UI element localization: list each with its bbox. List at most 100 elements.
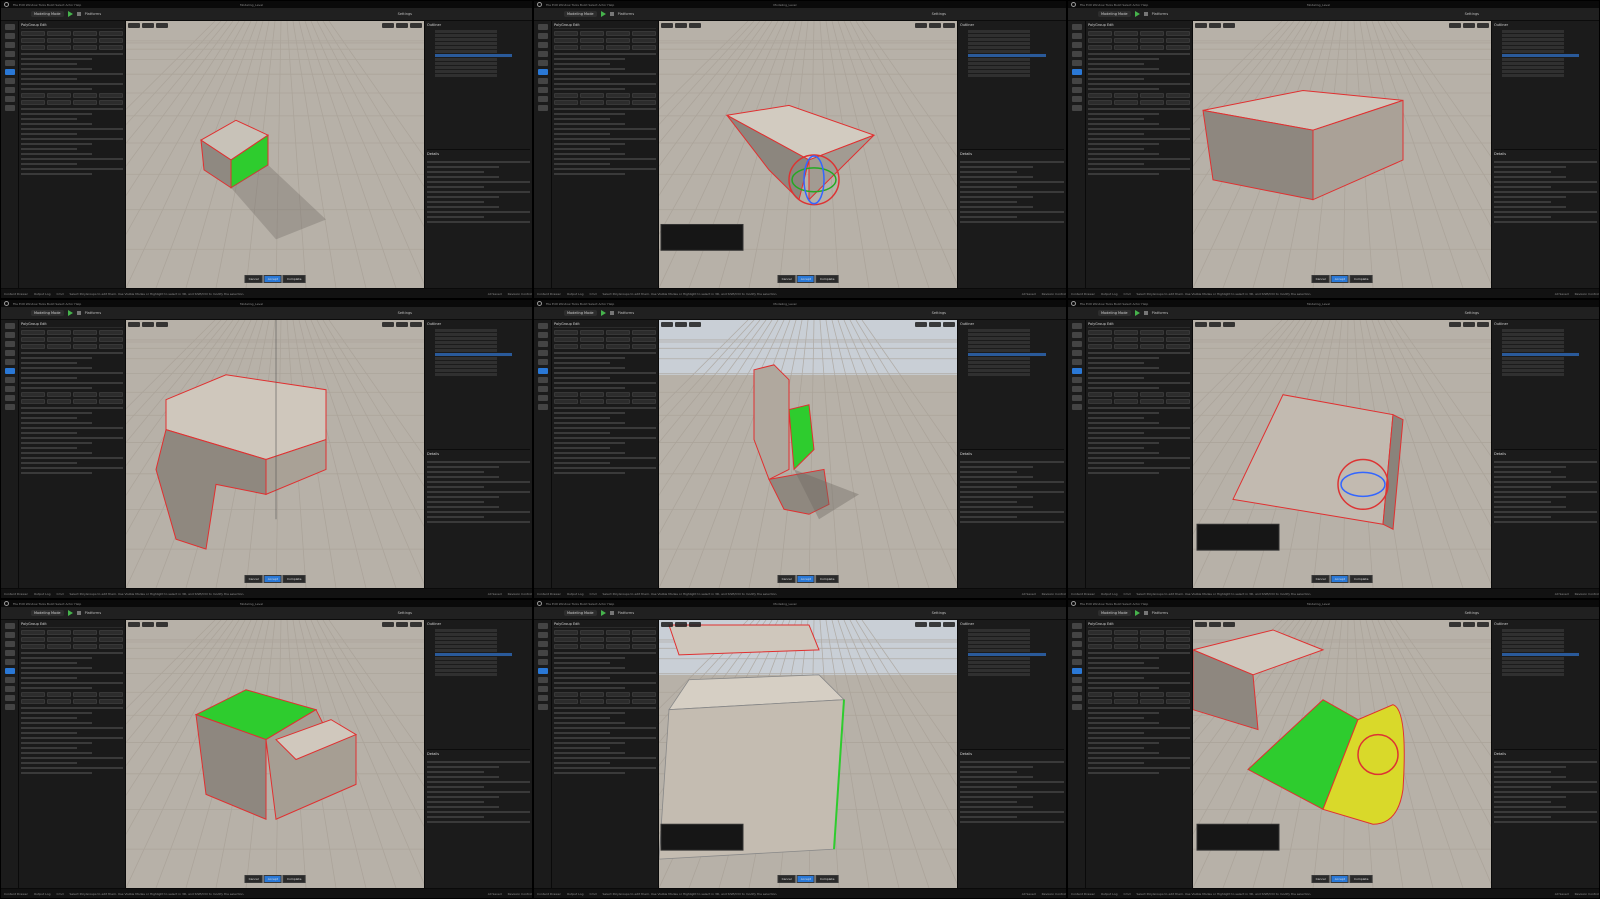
outliner-row[interactable] (968, 665, 1031, 668)
outliner-row[interactable] (1502, 58, 1564, 61)
snap-button[interactable] (915, 622, 927, 627)
outliner-row[interactable] (1502, 645, 1564, 648)
main-menu[interactable]: File Edit Window Tools Build Select Acto… (1080, 3, 1148, 7)
modeling-tool-icon[interactable] (4, 78, 15, 84)
outliner-row[interactable] (968, 361, 1031, 364)
perspective-button[interactable] (1209, 23, 1221, 28)
tool-button[interactable] (554, 100, 578, 105)
outliner-row[interactable] (1502, 669, 1564, 672)
tool-button[interactable] (580, 31, 604, 36)
tool-button[interactable] (580, 93, 604, 98)
modeling-tool-icon[interactable] (537, 395, 548, 401)
tool-button[interactable] (73, 93, 97, 98)
tool-button[interactable] (606, 337, 630, 342)
outliner-row[interactable] (1502, 629, 1564, 632)
viewport-scene[interactable] (659, 21, 957, 288)
outliner-row[interactable] (435, 329, 497, 332)
modeling-tool-icon[interactable] (4, 395, 15, 401)
level-viewport[interactable]: Cancel Accept Complete (1193, 620, 1491, 888)
perspective-button[interactable] (675, 622, 687, 627)
tool-button[interactable] (1166, 330, 1190, 335)
accept-button[interactable]: Accept (1330, 275, 1349, 283)
outliner-row[interactable] (435, 38, 497, 41)
modeling-tool-icon[interactable] (537, 377, 548, 383)
tool-button[interactable] (99, 344, 123, 349)
modeling-tool-icon[interactable] (537, 51, 548, 57)
tool-button[interactable] (632, 630, 656, 635)
tool-button[interactable] (1166, 392, 1190, 397)
tool-button[interactable] (73, 100, 97, 105)
content-drawer-button[interactable]: Content Drawer (4, 292, 28, 296)
outliner-row[interactable] (435, 637, 497, 640)
outliner-row[interactable] (1502, 649, 1564, 652)
complete-button[interactable]: Complete (815, 275, 839, 283)
modeling-tool-icon[interactable] (537, 33, 548, 39)
outliner-row[interactable] (435, 42, 497, 45)
platforms-button[interactable]: Platforms (85, 311, 102, 315)
stop-icon[interactable] (609, 12, 614, 16)
tool-button[interactable] (554, 692, 578, 697)
tool-button[interactable] (1166, 699, 1190, 704)
modeling-tool-icon[interactable] (1071, 650, 1082, 656)
modeling-tool-icon[interactable] (4, 632, 15, 638)
modeling-tool-icon[interactable] (537, 677, 548, 683)
tool-button[interactable] (99, 45, 123, 50)
content-drawer-button[interactable]: Content Drawer (1071, 292, 1095, 296)
tool-button[interactable] (1088, 399, 1112, 404)
revision-control-button[interactable]: Revision Control (508, 292, 532, 296)
outliner-row[interactable] (435, 345, 497, 348)
modeling-tool-icon[interactable] (537, 78, 548, 84)
level-viewport[interactable]: Cancel Accept Complete (126, 620, 424, 888)
outliner-row[interactable] (968, 70, 1031, 73)
complete-button[interactable]: Complete (1349, 875, 1373, 883)
unreal-logo-icon[interactable] (537, 601, 542, 606)
snap-button[interactable] (1449, 23, 1461, 28)
outliner-row[interactable] (1502, 50, 1564, 53)
tool-button[interactable] (554, 699, 578, 704)
tool-button[interactable] (632, 699, 656, 704)
outliner-row[interactable] (1502, 38, 1564, 41)
cancel-button[interactable]: Cancel (244, 875, 263, 883)
outliner-row[interactable] (1502, 341, 1564, 344)
tool-button[interactable] (73, 45, 97, 50)
tool-button[interactable] (73, 644, 97, 649)
outliner-row[interactable] (968, 637, 1031, 640)
lit-button[interactable] (156, 322, 168, 327)
tool-button[interactable] (21, 644, 45, 649)
settings-button[interactable]: Settings (932, 611, 946, 615)
outliner-row[interactable] (1502, 633, 1564, 636)
unreal-logo-icon[interactable] (1071, 301, 1076, 306)
tool-button[interactable] (99, 337, 123, 342)
cancel-button[interactable]: Cancel (1311, 575, 1330, 583)
tool-button[interactable] (73, 31, 97, 36)
tool-button[interactable] (1140, 337, 1164, 342)
snap-button[interactable] (382, 23, 394, 28)
accept-button[interactable]: Accept (263, 575, 282, 583)
viewport-menu-button[interactable] (128, 23, 140, 28)
content-drawer-button[interactable]: Content Drawer (537, 892, 561, 896)
cancel-button[interactable]: Cancel (777, 275, 796, 283)
snap-button[interactable] (943, 23, 955, 28)
stop-icon[interactable] (609, 611, 614, 615)
tool-button[interactable] (1140, 31, 1164, 36)
all-saved-indicator[interactable]: All Saved (488, 592, 502, 596)
tool-button[interactable] (21, 637, 45, 642)
snap-button[interactable] (382, 622, 394, 627)
outliner-row[interactable] (968, 633, 1031, 636)
modeling-tool-icon[interactable] (4, 404, 15, 410)
tool-button[interactable] (1088, 31, 1112, 36)
tool-button[interactable] (632, 399, 656, 404)
settings-button[interactable]: Settings (932, 12, 946, 16)
outliner-row-selected[interactable] (968, 653, 1046, 656)
stop-icon[interactable] (609, 311, 614, 315)
tool-button[interactable] (554, 399, 578, 404)
modeling-tool-icon[interactable] (1071, 677, 1082, 683)
outliner-row-selected[interactable] (968, 353, 1046, 356)
viewport-scene[interactable] (126, 320, 424, 588)
outliner-row-selected[interactable] (435, 653, 513, 656)
accept-button[interactable]: Accept (1330, 875, 1349, 883)
tool-button[interactable] (21, 630, 45, 635)
tool-button[interactable] (580, 330, 604, 335)
outliner-row[interactable] (968, 58, 1031, 61)
tool-button[interactable] (554, 337, 578, 342)
